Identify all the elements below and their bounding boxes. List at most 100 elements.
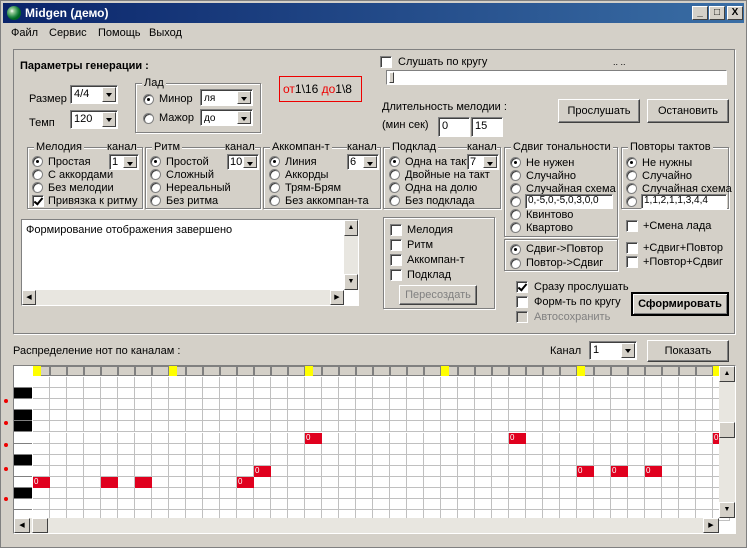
grid-cell[interactable] bbox=[543, 421, 560, 433]
minimize-button[interactable]: _ bbox=[692, 6, 708, 20]
grid-cell[interactable] bbox=[407, 421, 424, 433]
grid-cell[interactable] bbox=[628, 443, 645, 455]
accomp-line-radio[interactable] bbox=[269, 156, 280, 167]
grid-cell[interactable] bbox=[118, 476, 135, 488]
grid-cell[interactable] bbox=[271, 454, 288, 466]
grid-cell[interactable] bbox=[509, 388, 526, 400]
grid-cell[interactable] bbox=[135, 454, 152, 466]
grid-cell[interactable] bbox=[526, 421, 543, 433]
rhythm-channel-combo[interactable]: 10 bbox=[227, 154, 259, 170]
grid-cell[interactable] bbox=[407, 476, 424, 488]
grid-cell[interactable] bbox=[628, 377, 645, 389]
grid-cell[interactable] bbox=[662, 488, 679, 500]
grid-cell[interactable] bbox=[186, 454, 203, 466]
grid-cell[interactable] bbox=[356, 399, 373, 411]
grid-cell[interactable] bbox=[611, 476, 628, 488]
grid-cell[interactable] bbox=[186, 421, 203, 433]
grid-cell[interactable] bbox=[67, 488, 84, 500]
grid-cell[interactable] bbox=[254, 432, 271, 444]
grid-cell[interactable] bbox=[441, 488, 458, 500]
grid-cell[interactable] bbox=[50, 476, 67, 488]
grid-cell[interactable] bbox=[220, 488, 237, 500]
grid-cell[interactable] bbox=[543, 499, 560, 511]
log-vscroll[interactable]: ▲ ▼ bbox=[344, 220, 358, 290]
rhythm-unreal-radio[interactable] bbox=[150, 182, 161, 193]
repeats-scheme-value-radio[interactable] bbox=[626, 196, 637, 207]
grid-cell[interactable] bbox=[322, 388, 339, 400]
grid-cell[interactable] bbox=[305, 399, 322, 411]
grid-cell[interactable] bbox=[356, 488, 373, 500]
repeats-random-radio[interactable] bbox=[626, 170, 637, 181]
grid-cell[interactable] bbox=[577, 476, 594, 488]
grid-cell[interactable] bbox=[509, 421, 526, 433]
grid-cell[interactable] bbox=[135, 399, 152, 411]
grid-cell[interactable] bbox=[373, 443, 390, 455]
pad-double-radio[interactable] bbox=[389, 169, 400, 180]
grid-cell[interactable] bbox=[203, 399, 220, 411]
grid-cell[interactable] bbox=[543, 488, 560, 500]
grid-cell[interactable] bbox=[186, 465, 203, 477]
grid-cell[interactable] bbox=[373, 465, 390, 477]
grid-cell[interactable] bbox=[492, 499, 509, 511]
grid-cell[interactable] bbox=[390, 499, 407, 511]
chevron-down-icon[interactable] bbox=[102, 87, 116, 102]
chevron-down-icon[interactable] bbox=[243, 156, 257, 168]
grid-cell[interactable] bbox=[475, 454, 492, 466]
grid-cell[interactable] bbox=[509, 454, 526, 466]
grid-cell[interactable] bbox=[560, 388, 577, 400]
grid-cell[interactable] bbox=[594, 377, 611, 389]
loop-checkbox[interactable] bbox=[380, 56, 392, 68]
shift-quint-radio[interactable] bbox=[510, 209, 521, 220]
grid-cell[interactable] bbox=[679, 499, 696, 511]
grid-cell[interactable] bbox=[424, 388, 441, 400]
grid-cell[interactable] bbox=[220, 377, 237, 389]
grid-cell[interactable] bbox=[577, 499, 594, 511]
grid-cell[interactable] bbox=[169, 432, 186, 444]
grid-cell[interactable] bbox=[509, 499, 526, 511]
menu-file[interactable]: Файл bbox=[11, 27, 38, 39]
grid-cell[interactable] bbox=[526, 388, 543, 400]
grid-cell[interactable] bbox=[424, 410, 441, 422]
grid-cell[interactable] bbox=[509, 488, 526, 500]
grid-cell[interactable] bbox=[152, 476, 169, 488]
grid-cell[interactable] bbox=[33, 443, 50, 455]
duration-min-input[interactable]: 0 bbox=[438, 117, 470, 137]
grid-cell[interactable] bbox=[475, 388, 492, 400]
minor-key-combo[interactable]: ля bbox=[200, 89, 253, 106]
grid-cell[interactable] bbox=[390, 454, 407, 466]
pad-none-radio[interactable] bbox=[389, 195, 400, 206]
grid-cell[interactable] bbox=[696, 443, 713, 455]
grid-cell[interactable] bbox=[577, 377, 594, 389]
tempo-combo[interactable]: 120 bbox=[70, 110, 118, 129]
grid-cell[interactable] bbox=[322, 432, 339, 444]
grid-cell[interactable] bbox=[628, 454, 645, 466]
grid-cell[interactable] bbox=[628, 465, 645, 477]
grid-cell[interactable] bbox=[220, 410, 237, 422]
grid-cell[interactable] bbox=[67, 388, 84, 400]
scroll-up-icon[interactable]: ▲ bbox=[719, 366, 735, 382]
grid-cell[interactable] bbox=[662, 443, 679, 455]
grid-cell[interactable] bbox=[696, 465, 713, 477]
grid-cell[interactable] bbox=[560, 443, 577, 455]
grid-cell[interactable] bbox=[118, 399, 135, 411]
grid-cell[interactable] bbox=[458, 388, 475, 400]
grid-cell[interactable] bbox=[458, 488, 475, 500]
grid-cell[interactable] bbox=[679, 465, 696, 477]
grid-cell[interactable] bbox=[169, 377, 186, 389]
grid-cell[interactable] bbox=[492, 421, 509, 433]
size-combo[interactable]: 4/4 bbox=[70, 85, 118, 104]
scroll-down-icon[interactable]: ▼ bbox=[344, 274, 358, 290]
grid-cell[interactable] bbox=[594, 476, 611, 488]
grid-cell[interactable] bbox=[373, 421, 390, 433]
grid-cell[interactable] bbox=[271, 499, 288, 511]
grid-cell[interactable] bbox=[492, 476, 509, 488]
grid-cell[interactable] bbox=[118, 488, 135, 500]
grid-cell[interactable] bbox=[101, 410, 118, 422]
grid-cell[interactable] bbox=[543, 465, 560, 477]
grid-cell[interactable] bbox=[84, 410, 101, 422]
autosave-checkbox[interactable] bbox=[516, 311, 528, 323]
grid-cell[interactable] bbox=[560, 432, 577, 444]
grid-cell[interactable] bbox=[458, 443, 475, 455]
grid-cell[interactable] bbox=[458, 421, 475, 433]
grid-cell[interactable] bbox=[339, 432, 356, 444]
